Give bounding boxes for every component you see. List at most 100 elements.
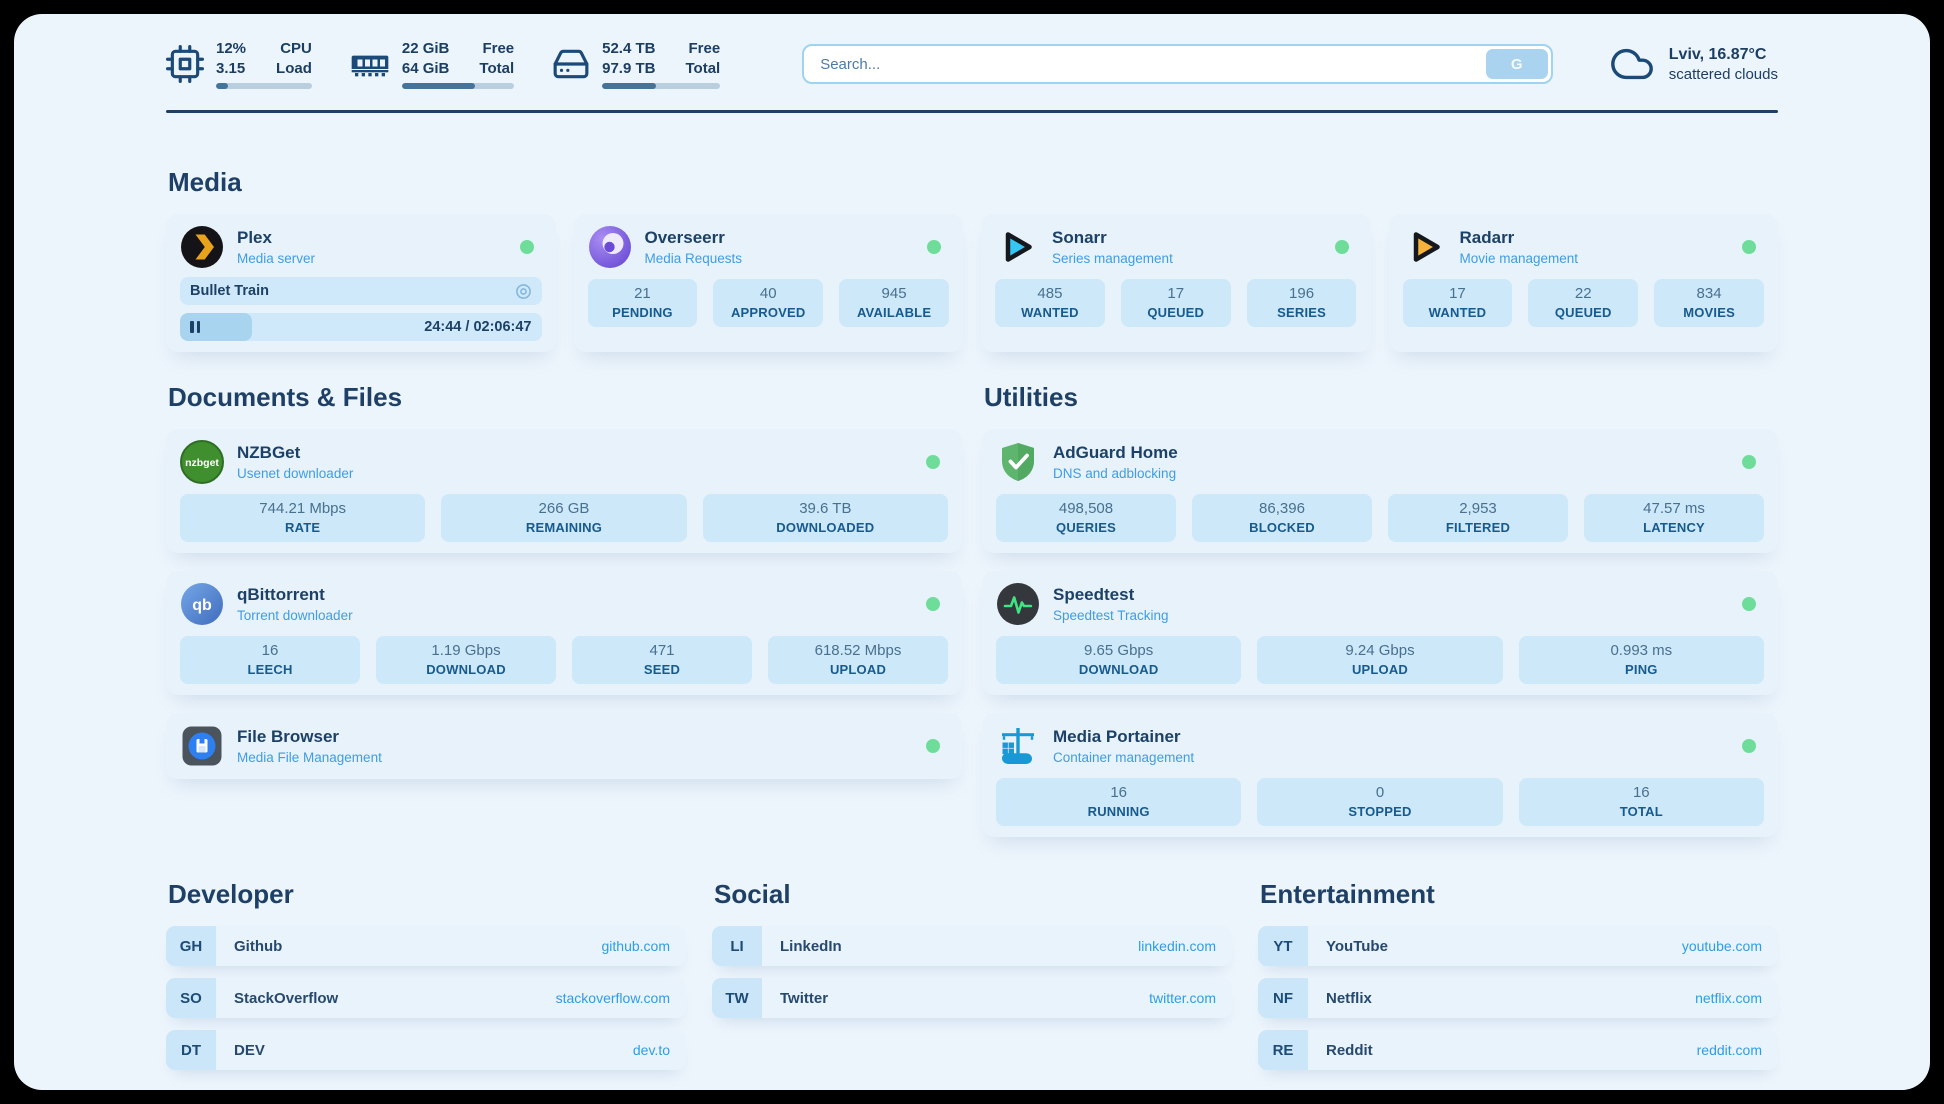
link-url: linkedin.com bbox=[1138, 938, 1216, 954]
link-youtube[interactable]: YT YouTube youtube.com bbox=[1258, 926, 1778, 966]
status-dot bbox=[1335, 240, 1349, 254]
app-card-overseerr[interactable]: Overseerr Media Requests 21PENDING 40APP… bbox=[574, 214, 964, 352]
stat-tile: 9.24 GbpsUPLOAD bbox=[1257, 636, 1502, 684]
cpu-values: 12%3.15 bbox=[216, 39, 246, 78]
app-desc: Media File Management bbox=[237, 750, 382, 765]
ram-values: 22 GiB64 GiB bbox=[402, 39, 450, 78]
app-card-radarr[interactable]: Radarr Movie management 17WANTED 22QUEUE… bbox=[1389, 214, 1779, 352]
status-dot bbox=[927, 240, 941, 254]
stat-tile: 39.6 TBDOWNLOADED bbox=[703, 494, 948, 542]
stat-tile: 266 GBREMAINING bbox=[441, 494, 686, 542]
disk-icon bbox=[552, 45, 590, 83]
qbittorrent-icon: qb bbox=[180, 582, 224, 626]
link-name: Github bbox=[234, 938, 282, 955]
app-name: Media Portainer bbox=[1053, 727, 1194, 747]
app-desc: DNS and adblocking bbox=[1053, 466, 1178, 481]
app-card-portainer[interactable]: Media Portainer Container management 16R… bbox=[982, 713, 1778, 837]
weather-widget: Lviv, 16.87°C scattered clouds bbox=[1609, 41, 1778, 87]
link-stackoverflow[interactable]: SO StackOverflow stackoverflow.com bbox=[166, 978, 686, 1018]
app-card-plex[interactable]: Plex Media server Bullet Train 24:44 / 0… bbox=[166, 214, 556, 352]
stat-tile: 47.57 msLATENCY bbox=[1584, 494, 1764, 542]
stat-tile: 744.21 MbpsRATE bbox=[180, 494, 425, 542]
topbar-divider bbox=[166, 110, 1778, 113]
link-url: netflix.com bbox=[1695, 990, 1762, 1006]
link-badge: NF bbox=[1258, 978, 1308, 1018]
app-card-filebrowser[interactable]: File Browser Media File Management bbox=[166, 713, 962, 779]
status-dot bbox=[1742, 455, 1756, 469]
topbar: 12%3.15 CPULoad 22 GiB64 GiB FreeTotal 5… bbox=[166, 36, 1778, 92]
sonarr-icon bbox=[995, 225, 1039, 269]
link-name: LinkedIn bbox=[780, 938, 842, 955]
section-title-entertainment: Entertainment bbox=[1260, 879, 1778, 910]
player-settings-button[interactable] bbox=[515, 283, 532, 300]
link-name: Twitter bbox=[780, 990, 828, 1007]
stat-tile: 21PENDING bbox=[588, 279, 698, 327]
svg-text:nzbget: nzbget bbox=[185, 457, 219, 469]
stat-tile: 618.52 MbpsUPLOAD bbox=[768, 636, 948, 684]
stat-tile: 16TOTAL bbox=[1519, 778, 1764, 826]
app-name: AdGuard Home bbox=[1053, 443, 1178, 463]
app-name: Radarr bbox=[1460, 228, 1579, 248]
section-title-documents: Documents & Files bbox=[168, 382, 962, 413]
settings-icon bbox=[515, 283, 532, 300]
stat-tile: 485WANTED bbox=[995, 279, 1105, 327]
section-title-utilities: Utilities bbox=[984, 382, 1778, 413]
app-name: Speedtest bbox=[1053, 585, 1169, 605]
stat-tile: 1.19 GbpsDOWNLOAD bbox=[376, 636, 556, 684]
link-name: Reddit bbox=[1326, 1042, 1373, 1059]
radarr-icon bbox=[1403, 225, 1447, 269]
cpu-stat: 12%3.15 CPULoad bbox=[166, 39, 312, 89]
pause-button[interactable] bbox=[190, 321, 200, 333]
status-dot bbox=[1742, 240, 1756, 254]
now-playing-title: Bullet Train bbox=[190, 283, 269, 299]
link-netflix[interactable]: NF Netflix netflix.com bbox=[1258, 978, 1778, 1018]
status-dot bbox=[926, 455, 940, 469]
link-url: twitter.com bbox=[1149, 990, 1216, 1006]
section-title-developer: Developer bbox=[168, 879, 686, 910]
app-card-sonarr[interactable]: Sonarr Series management 485WANTED 17QUE… bbox=[981, 214, 1371, 352]
stat-tile: 498,508QUERIES bbox=[996, 494, 1176, 542]
link-dev[interactable]: DT DEV dev.to bbox=[166, 1030, 686, 1070]
nzbget-icon: nzbget bbox=[180, 440, 224, 484]
svg-text:qb: qb bbox=[192, 597, 212, 614]
plex-now-playing-row: Bullet Train bbox=[180, 277, 542, 305]
search-bar: G bbox=[802, 44, 1553, 84]
stat-tile: 945AVAILABLE bbox=[839, 279, 949, 327]
stat-tile: 196SERIES bbox=[1247, 279, 1357, 327]
stat-tile: 834MOVIES bbox=[1654, 279, 1764, 327]
link-badge: YT bbox=[1258, 926, 1308, 966]
cloud-icon bbox=[1609, 41, 1655, 87]
link-url: stackoverflow.com bbox=[556, 990, 670, 1006]
link-linkedin[interactable]: LI LinkedIn linkedin.com bbox=[712, 926, 1232, 966]
link-reddit[interactable]: RE Reddit reddit.com bbox=[1258, 1030, 1778, 1070]
stat-tile: 22QUEUED bbox=[1528, 279, 1638, 327]
link-badge: GH bbox=[166, 926, 216, 966]
ram-icon bbox=[350, 44, 390, 84]
search-engine-button[interactable]: G bbox=[1486, 49, 1548, 79]
app-card-nzbget[interactable]: nzbget NZBGet Usenet downloader 744.21 M… bbox=[166, 429, 962, 553]
dashboard-window: 12%3.15 CPULoad 22 GiB64 GiB FreeTotal 5… bbox=[0, 0, 1944, 1104]
link-github[interactable]: GH Github github.com bbox=[166, 926, 686, 966]
app-card-qbittorrent[interactable]: qb qBittorrent Torrent downloader 16LEEC… bbox=[166, 571, 962, 695]
app-desc: Movie management bbox=[1460, 251, 1579, 266]
app-card-adguard[interactable]: AdGuard Home DNS and adblocking 498,508Q… bbox=[982, 429, 1778, 553]
link-twitter[interactable]: TW Twitter twitter.com bbox=[712, 978, 1232, 1018]
stat-tile: 471SEED bbox=[572, 636, 752, 684]
link-badge: DT bbox=[166, 1030, 216, 1070]
app-name: Plex bbox=[237, 228, 315, 248]
playback-time: 24:44 / 02:06:47 bbox=[424, 319, 531, 335]
stat-tile: 2,953FILTERED bbox=[1388, 494, 1568, 542]
app-name: File Browser bbox=[237, 727, 382, 747]
status-dot bbox=[1742, 739, 1756, 753]
disk-progressbar bbox=[602, 83, 720, 89]
ram-progressbar bbox=[402, 83, 514, 89]
app-desc: Media server bbox=[237, 251, 315, 266]
weather-condition: scattered clouds bbox=[1669, 66, 1778, 83]
filebrowser-icon bbox=[180, 724, 224, 768]
search-input[interactable] bbox=[804, 46, 1483, 82]
app-desc: Container management bbox=[1053, 750, 1194, 765]
link-url: github.com bbox=[602, 938, 670, 954]
app-card-speedtest[interactable]: Speedtest Speedtest Tracking 9.65 GbpsDO… bbox=[982, 571, 1778, 695]
stat-tile: 86,396BLOCKED bbox=[1192, 494, 1372, 542]
plex-progress-row: 24:44 / 02:06:47 bbox=[180, 313, 542, 341]
